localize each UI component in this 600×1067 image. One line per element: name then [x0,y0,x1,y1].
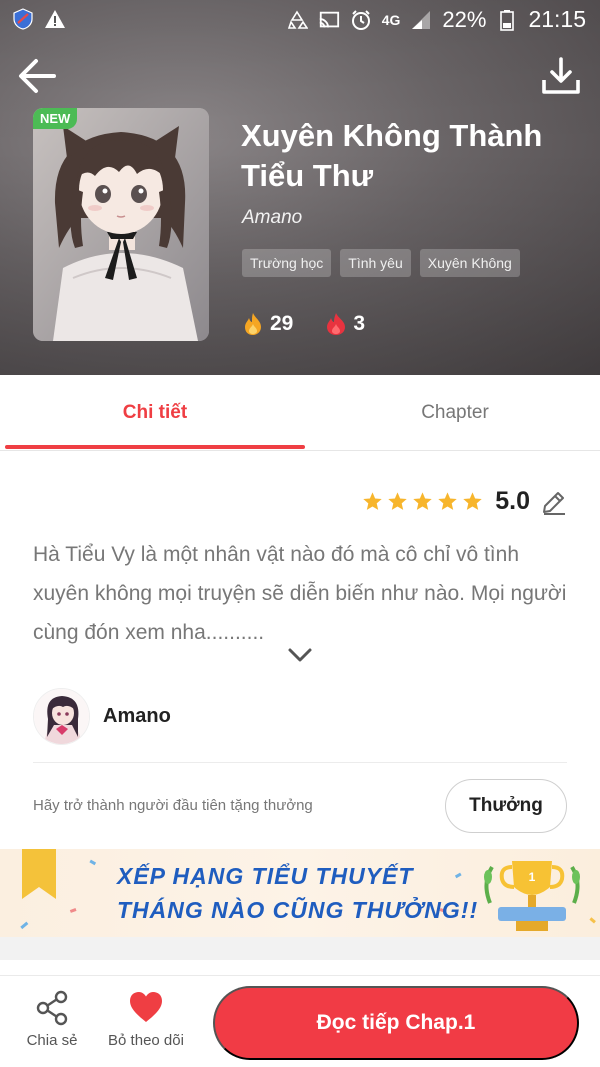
book-author[interactable]: Amano [242,207,302,229]
tab-details[interactable]: Chi tiết [5,375,305,451]
share-icon [36,990,68,1026]
flame-stat: 3 [325,312,365,336]
book-header: 4G 22% 21:15 NEW Xuyên Không Thành Tiểu … [0,0,600,375]
book-title: Xuyên Không Thành Tiểu Thư [241,118,543,193]
author-row[interactable]: Amano [33,686,567,746]
gift-prompt: Hãy trở thành người đầu tiên tặng thưởng [33,797,313,814]
unfollow-label: Bỏ theo dõi [108,1032,184,1049]
fire-icon [245,313,261,335]
flame-count: 3 [353,312,366,335]
tab-chapter[interactable]: Chapter [305,375,600,451]
cover-illustration [33,108,209,341]
star-icon [438,492,457,510]
flame-icon [327,313,346,335]
banner-subheadline: THÁNG NÀO CŨNG THƯỞNG!! [117,897,479,923]
book-cover[interactable] [33,108,209,341]
shield-app-icon [13,8,33,30]
edit-icon[interactable] [540,488,568,516]
genre-tag[interactable]: Tình yêu [340,249,411,277]
tab-bar: Chi tiết Chapter [0,375,600,451]
share-label: Chia sẻ [26,1032,78,1049]
divider [33,762,567,763]
battery-icon [500,9,515,31]
cast-icon [319,11,339,27]
share-button[interactable]: Chia sẻ [22,990,82,1050]
active-tab-indicator [5,445,305,449]
star-icon [413,492,432,510]
battery-percent: 22% [442,6,487,32]
recycle-icon [287,9,308,29]
fire-stat: 29 [242,312,293,336]
chevron-down-icon[interactable] [287,647,313,663]
banner-headline: XẾP HẠNG TIỂU THUYẾT [117,863,414,889]
bottom-action-bar: Chia sẻ Bỏ theo dõi Đọc tiếp Chap.1 [0,975,600,1067]
arrow-left-icon[interactable] [16,54,60,98]
network-type: 4G [381,11,401,28]
status-bar: 4G 22% 21:15 [0,0,600,42]
warning-icon [45,10,65,28]
heart-icon [130,992,162,1022]
status-right: 4G 22% 21:15 [286,6,586,33]
author-name: Amano [103,704,171,727]
book-description: Hà Tiểu Vy là một nhân vật nào đó mà cô … [33,543,567,644]
genre-tag[interactable]: Xuyên Không [419,249,520,277]
status-left [12,8,66,30]
alarm-icon [351,9,370,30]
ranking-banner[interactable]: XẾP HẠNG TIỂU THUYẾT THÁNG NÀO CŨNG THƯỞ… [0,849,600,937]
star-icon [388,492,407,510]
rating-value: 5.0 [495,487,530,515]
fire-count: 29 [270,312,294,335]
reward-button[interactable]: Thưởng [445,779,567,833]
unfollow-button[interactable]: Bỏ theo dõi [100,990,192,1050]
book-stats: 29 3 [242,312,397,336]
section-separator [0,937,600,960]
trophy-icon: 1 [484,861,580,931]
star-icon [463,492,482,510]
svg-text:1: 1 [529,870,536,884]
continue-reading-button[interactable]: Đọc tiếp Chap.1 [213,986,579,1060]
signal-icon [412,10,431,29]
download-icon[interactable] [540,56,582,96]
genre-tags: Trường học Tình yêu Xuyên Không [242,249,520,277]
star-icon [363,492,382,510]
rating: 5.0 [362,487,568,516]
genre-tag[interactable]: Trường học [242,249,332,277]
new-badge: NEW [33,108,78,129]
clock: 21:15 [528,6,586,32]
avatar [33,687,90,745]
